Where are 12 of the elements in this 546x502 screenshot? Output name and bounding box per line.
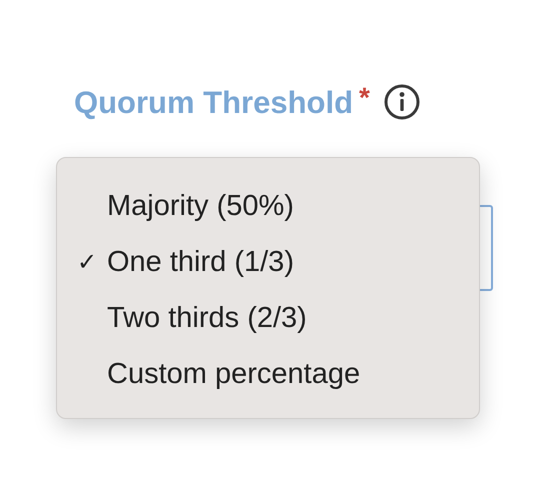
option-label: One third (1/3) — [107, 245, 294, 280]
required-mark: * — [359, 84, 370, 112]
option-label: Two thirds (2/3) — [107, 301, 307, 336]
menu-item[interactable]: Two thirds (2/3) — [57, 291, 479, 347]
field-label: Quorum Threshold — [74, 86, 353, 118]
menu-item[interactable]: Majority (50%) — [57, 179, 479, 235]
menu-item[interactable]: ✓ One third (1/3) — [57, 235, 479, 291]
info-icon[interactable] — [384, 84, 420, 120]
option-label: Majority (50%) — [107, 189, 294, 224]
option-label: Custom percentage — [107, 357, 360, 392]
menu-item[interactable]: Custom percentage — [57, 347, 479, 403]
check-mark: ✓ — [77, 248, 98, 278]
